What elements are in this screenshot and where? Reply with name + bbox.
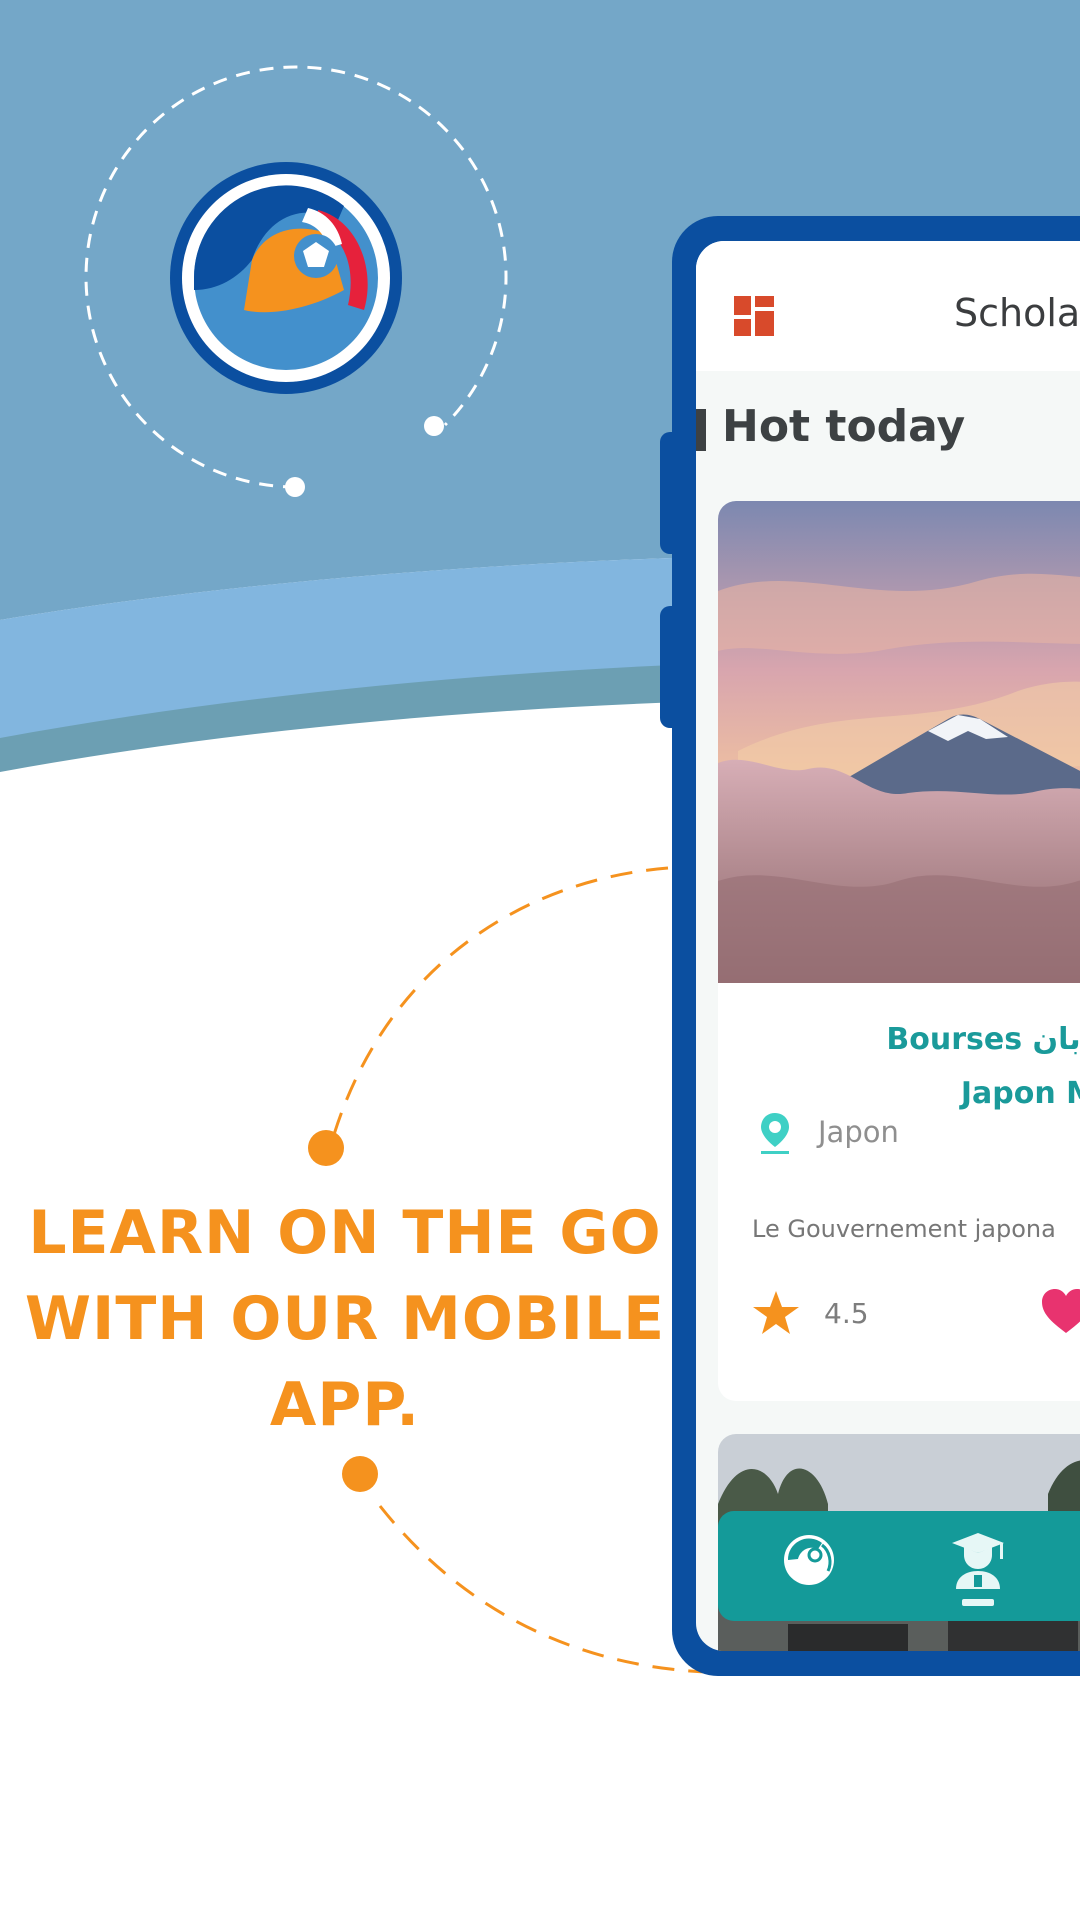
app-title: Schola [954, 291, 1080, 335]
bottom-navigation [718, 1511, 1080, 1621]
grid-menu-icon[interactable] [734, 296, 774, 336]
headline-line-1: LEARN ON THE GO [28, 1198, 662, 1268]
brand-logo-icon [168, 160, 404, 396]
headline-line-2: WITH OUR MOBILE [24, 1284, 666, 1354]
location-pin-icon [758, 1111, 792, 1155]
card-title[interactable]: Bourses باليابان Japon Mon [718, 1013, 1080, 1121]
nav-home-logo-icon[interactable] [782, 1533, 836, 1587]
section-accent-bar [696, 409, 706, 451]
card-image [718, 501, 1080, 983]
card-title-line1: Bourses باليابان [886, 1022, 1080, 1057]
favorite-heart-icon[interactable] [1040, 1287, 1080, 1335]
promo-headline: LEARN ON THE GO WITH OUR MOBILE APP. [20, 1190, 670, 1448]
section-title: Hot today [722, 401, 966, 452]
nav-graduate-icon[interactable] [948, 1531, 1008, 1591]
location-text: Japon [818, 1115, 899, 1149]
headline-line-3: APP. [269, 1370, 421, 1440]
scholarship-card[interactable]: Bourses باليابان Japon Mon Japon Le Gouv… [718, 501, 1080, 1401]
app-bar: Schola [696, 241, 1080, 371]
nav-active-indicator [962, 1599, 994, 1606]
phone-screen: Schola Hot today Bourses بان Japon Japon… [696, 241, 1080, 1651]
rating-value: 4.5 [824, 1297, 869, 1330]
star-icon [752, 1289, 800, 1337]
card-description: Le Gouvernement japona [752, 1215, 1056, 1243]
